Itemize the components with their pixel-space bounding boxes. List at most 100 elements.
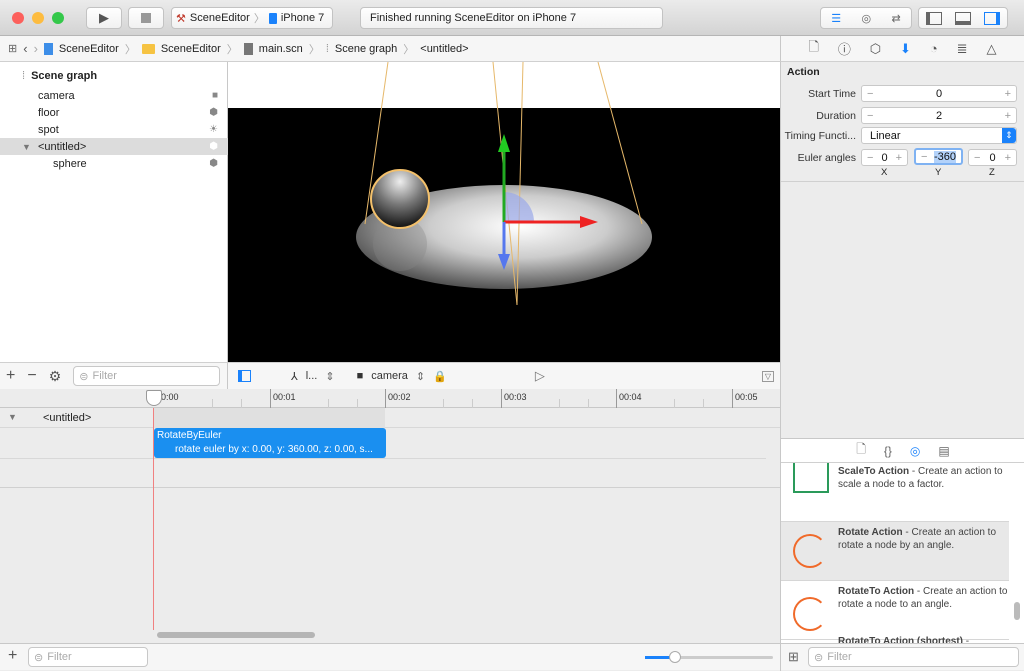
scene-viewport[interactable] <box>228 61 780 362</box>
start-time-value: 0 <box>935 87 943 100</box>
physics-inspector-icon[interactable]: ≣ <box>957 41 968 57</box>
library-item-rotate[interactable]: Rotate Action - Create an action to rota… <box>781 522 1009 581</box>
filter-icon: ⊜ <box>34 651 44 664</box>
euler-z-stepper[interactable]: −0 + <box>968 149 1017 166</box>
library-filter-input[interactable]: ⊜ Filter <box>808 647 1019 667</box>
jump-bar: ⊞ ‹ › SceneEditor 〉 SceneEditor 〉 main.scn… <box>0 36 780 62</box>
editor-mode-group: ☰ ◎ ⇄ <box>820 7 912 29</box>
euler-angles-label: Euler angles <box>797 152 856 164</box>
euler-x-stepper[interactable]: −0 + <box>861 149 908 166</box>
media-library-icon[interactable]: ▤ <box>938 444 949 458</box>
lock-icon[interactable]: 🔒 <box>433 370 447 383</box>
remove-node-button[interactable]: − <box>27 367 36 385</box>
library-item-rotateto[interactable]: RotateTo Action - Create an action to ro… <box>781 581 1009 640</box>
timing-function-label: Timing Functi... <box>784 130 856 142</box>
euler-y-stepper[interactable]: − -360 <box>914 148 963 165</box>
scene-render[interactable] <box>228 61 780 362</box>
run-button[interactable]: ▶ <box>86 7 122 29</box>
scene-inspector-icon[interactable]: △ <box>986 41 996 57</box>
library-tab-bar: 🗋 {} ◎ ▤ <box>781 439 1024 463</box>
breadcrumb-node[interactable]: <untitled> <box>420 43 468 55</box>
scene-file-icon <box>243 42 253 55</box>
tick-label: 00:01 <box>270 389 296 408</box>
outline-item-untitled[interactable]: ▼ <untitled> ⬢ <box>0 138 228 155</box>
outline-item-label: camera <box>38 89 75 102</box>
play-scene-button[interactable]: ▷ <box>535 368 545 384</box>
zoom-window-button[interactable] <box>52 12 64 24</box>
outline-filter-input[interactable]: ⊜ Filter <box>73 366 221 386</box>
timeline-filter-input[interactable]: ⊜ Filter <box>28 647 148 667</box>
outline-item-sphere[interactable]: sphere ⬢ <box>0 155 228 172</box>
rotate-to-action-icon <box>793 597 827 631</box>
project-icon <box>43 42 53 55</box>
outline-item-floor[interactable]: floor ⬢ <box>0 104 228 121</box>
related-items-icon[interactable]: ⊞ <box>8 42 17 55</box>
breadcrumb-folder[interactable]: SceneEditor <box>161 43 221 55</box>
timeline-ruler[interactable]: 00:00 00:01 00:02 00:03 00:04 00:05 <box>0 389 780 408</box>
attributes-inspector-icon[interactable]: ⬇ <box>900 41 911 57</box>
track-row[interactable]: ▼ <untitled> <box>0 408 780 428</box>
close-window-button[interactable] <box>12 12 24 24</box>
tick-label: 00:04 <box>616 389 642 408</box>
start-time-label: Start Time <box>808 88 856 100</box>
grid-view-icon[interactable]: ⊞ <box>788 649 799 665</box>
library-item-scaleto[interactable]: ScaleTo Action - Create an action to sca… <box>781 463 1009 522</box>
add-node-button[interactable]: + <box>6 367 15 385</box>
cube-icon: ⬢ <box>209 107 218 118</box>
timeline-zoom-slider[interactable] <box>645 651 773 663</box>
quick-help-icon[interactable]: ⓘ <box>838 39 851 58</box>
version-editor-icon[interactable]: ⇄ <box>892 12 901 25</box>
scheme-selector[interactable]: ⚒ SceneEditor 〉 iPhone 7 <box>171 7 333 29</box>
stop-button[interactable] <box>128 7 164 29</box>
navigator-toggle-icon[interactable] <box>925 11 942 25</box>
tick-label: 00:02 <box>385 389 411 408</box>
camera-icon: ■ <box>356 370 364 382</box>
playhead-handle[interactable] <box>146 390 162 406</box>
library-scrollbar[interactable] <box>1014 602 1020 620</box>
horizontal-scrollbar[interactable] <box>157 632 315 638</box>
inspector-tab-bar: 🗋 ⓘ ⬡ ⬇ ◔ ≣ △ <box>780 36 1024 62</box>
breadcrumb-project[interactable]: SceneEditor <box>59 43 119 55</box>
forward-button[interactable]: › <box>34 41 38 56</box>
breadcrumb-scene-graph[interactable]: Scene graph <box>335 43 397 55</box>
bottom-bar: + ⊜ Filter ⊞ ⊜ Filter <box>0 643 1024 671</box>
outline-title: Scene graph <box>31 69 98 82</box>
point-of-view-selector[interactable]: l... <box>306 370 318 382</box>
axis-z-label: Z <box>989 167 995 178</box>
start-time-stepper[interactable]: −0 + <box>861 85 1017 102</box>
file-template-icon[interactable]: 🗋 <box>856 440 866 461</box>
sphere-node[interactable] <box>370 169 430 229</box>
file-inspector-icon[interactable]: 🗋 <box>808 38 818 60</box>
axis-y-label: Y <box>935 167 942 178</box>
node-inspector-icon[interactable]: ⬡ <box>870 41 881 57</box>
gear-icon[interactable]: ⚙ <box>49 368 62 385</box>
menu-dropdown-button[interactable]: ▽ <box>761 370 774 382</box>
add-track-button[interactable]: + <box>8 647 17 665</box>
timing-function-select[interactable]: Linear ⇕ <box>861 127 1017 144</box>
scheme-name: SceneEditor <box>189 12 250 24</box>
standard-editor-icon[interactable]: ☰ <box>831 12 841 25</box>
minimize-window-button[interactable] <box>32 12 44 24</box>
object-library: 🗋 {} ◎ ▤ ScaleTo Action - Create an acti… <box>780 438 1024 644</box>
point-of-view-icon: ⅄ <box>291 370 298 383</box>
outline-item-camera[interactable]: camera ■ <box>0 87 228 104</box>
back-button[interactable]: ‹ <box>23 41 27 56</box>
object-library-icon[interactable]: ◎ <box>910 444 920 458</box>
code-snippet-icon[interactable]: {} <box>884 444 892 458</box>
duration-stepper[interactable]: −2 + <box>861 107 1017 124</box>
track-label: <untitled> <box>43 412 92 424</box>
debug-area-toggle-icon[interactable] <box>954 11 971 25</box>
tick-label: 00:05 <box>732 389 758 408</box>
utilities-toggle-icon[interactable] <box>984 11 1001 25</box>
disclosure-triangle-icon[interactable]: ▼ <box>8 412 17 422</box>
action-block[interactable]: RotateByEuler rotate euler by x: 0.00, y… <box>154 428 386 458</box>
breadcrumb-file[interactable]: main.scn <box>259 43 303 55</box>
rotate-action-icon <box>793 534 827 568</box>
material-inspector-icon[interactable]: ◔ <box>930 41 938 56</box>
disclosure-triangle-icon[interactable]: ▼ <box>22 142 31 152</box>
toggle-scene-graph-icon[interactable] <box>238 370 251 382</box>
camera-selector[interactable]: camera <box>371 370 408 382</box>
tick-label: 00:03 <box>501 389 527 408</box>
assistant-editor-icon[interactable]: ◎ <box>862 12 872 25</box>
outline-item-spot[interactable]: spot ☀ <box>0 121 228 138</box>
